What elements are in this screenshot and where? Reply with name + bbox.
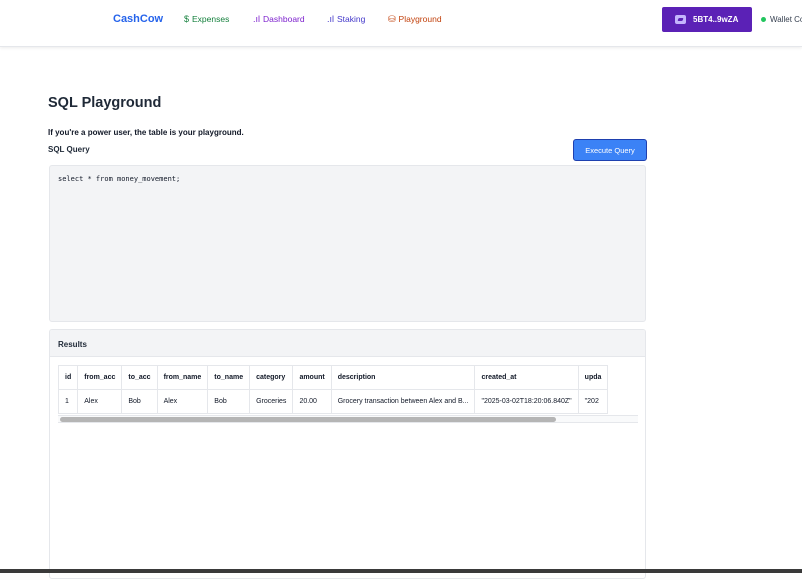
column-header: to_acc [121, 365, 158, 390]
column-header: category [249, 365, 294, 390]
nav-dashboard[interactable]: .ıl Dashboard [253, 14, 305, 24]
wallet-button[interactable]: 5BT4..9wZA [662, 7, 752, 32]
execute-query-button[interactable]: Execute Query [573, 139, 647, 161]
wallet-status-label: Wallet Co [770, 15, 802, 24]
page-title: SQL Playground [48, 95, 162, 111]
column-header: description [330, 365, 476, 390]
nav-expenses[interactable]: $ Expenses [184, 14, 229, 24]
table-cell: 1 [58, 389, 79, 414]
bar-chart-icon: .ıl [327, 13, 335, 24]
results-table-container: id from_acc to_acc from_name to_name category… [58, 365, 638, 414]
column-header: from_acc [77, 365, 123, 390]
table-cell: Bob [121, 389, 158, 414]
table-cell: 20.00 [292, 389, 332, 414]
nav-expenses-label: Expenses [192, 14, 230, 24]
nav-playground-label: Playground [398, 14, 442, 24]
results-title: Results [50, 330, 645, 357]
wallet-status: Wallet Co [761, 15, 802, 24]
table-cell: Bob [207, 389, 251, 414]
nav-staking-label: Staking [337, 14, 366, 24]
nav-playground[interactable]: ⛁ Playground [388, 14, 442, 24]
table-row[interactable]: 1 Alex Bob Alex Bob Groceries 20.00 Grocery tra… [58, 389, 609, 414]
table-cell: Alex [77, 389, 123, 414]
database-icon: ⛁ [388, 13, 396, 24]
table-cell: Alex [156, 389, 209, 414]
nav-staking[interactable]: .ıl Staking [327, 14, 365, 24]
bar-chart-icon: .ıl [253, 13, 261, 24]
table-cell: "2025-03-02T18:20:06.840Z" [474, 389, 579, 414]
results-panel: Results id from_acc to_acc from_name to_name… [49, 329, 646, 579]
page-subtitle: If you're a power user, the table is you… [48, 128, 244, 137]
sql-query-editor[interactable]: select * from money_movement; [49, 165, 646, 322]
table-cell: Groceries [249, 389, 294, 414]
results-table: id from_acc to_acc from_name to_name category… [58, 365, 609, 414]
column-header: to_name [207, 365, 251, 390]
table-cell: Grocery transaction between Alex and B..… [330, 389, 476, 414]
wallet-icon [675, 15, 686, 24]
table-header-row: id from_acc to_acc from_name to_name category… [58, 365, 609, 390]
top-nav: CashCow $ Expenses .ıl Dashboard .ıl Sta… [0, 0, 802, 47]
scrollbar-thumb[interactable] [60, 417, 556, 422]
bottom-bar [0, 569, 802, 573]
nav-dashboard-label: Dashboard [263, 14, 305, 24]
sql-query-label: SQL Query [48, 145, 90, 154]
column-header: upda [577, 365, 609, 390]
column-header: created_at [474, 365, 579, 390]
wallet-address: 5BT4..9wZA [693, 15, 739, 24]
status-dot-icon [761, 17, 766, 22]
column-header: from_name [156, 365, 209, 390]
column-header: amount [292, 365, 332, 390]
dollar-icon: $ [184, 13, 190, 24]
table-cell: "202 [577, 389, 609, 414]
horizontal-scrollbar[interactable] [58, 415, 638, 423]
brand-logo[interactable]: CashCow [113, 13, 163, 25]
column-header: id [58, 365, 79, 390]
